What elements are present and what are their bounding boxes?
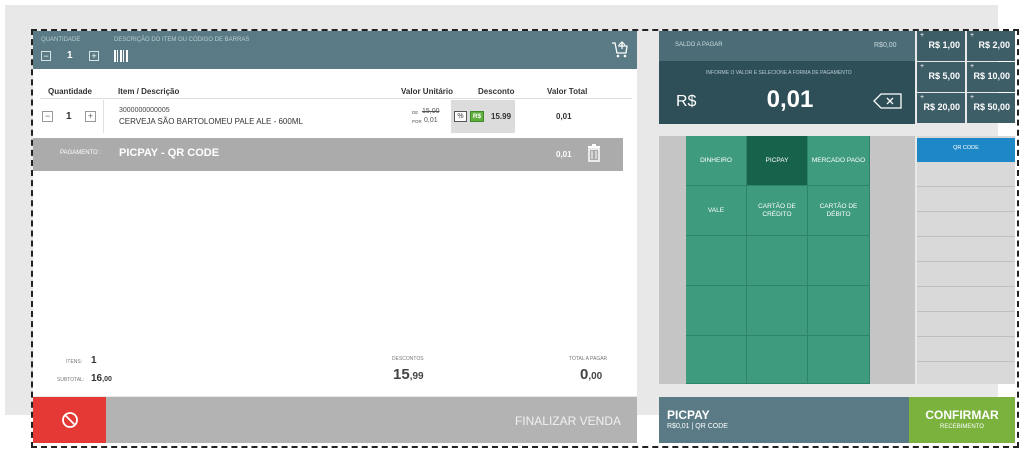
focus-frame [31,29,1019,448]
